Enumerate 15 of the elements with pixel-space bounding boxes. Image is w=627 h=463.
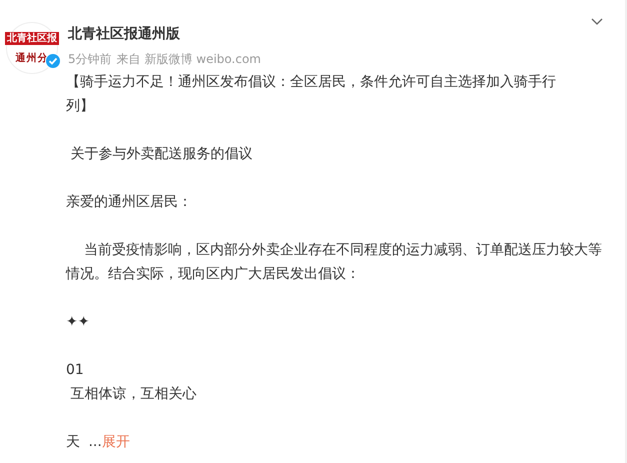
post-paragraph: 当前受疫情影响，区内部分外卖企业存在不同程度的运力减弱、订单配送压力较大等情况。结合实际，现向区内广大居民发出倡议： xyxy=(66,241,603,284)
post-text: 天 xyxy=(66,433,81,452)
post-paragraph: 【骑手运力不足！通州区发布倡议：全区居民，条件允许可自主选择加入骑手行列】 xyxy=(66,73,557,116)
logo-text: 北青社区报 xyxy=(5,32,59,44)
chevron-down-icon[interactable] xyxy=(591,18,603,26)
logo-text: 通州分 xyxy=(16,52,48,64)
ellipsis: ... xyxy=(88,433,102,452)
post-paragraph: ✦✦ xyxy=(66,313,90,332)
avatar-logo[interactable]: 北青社区报 通州分 xyxy=(6,22,58,74)
post-source: 来自 新版微博 weibo.com xyxy=(116,51,261,68)
post-time: 5分钟前 xyxy=(68,51,112,68)
post-paragraph: 亲爱的通州区居民： xyxy=(66,193,193,212)
post-paragraph: 01 互相体谅，互相关心 xyxy=(66,361,198,404)
author-name[interactable]: 北青社区报通州版 xyxy=(68,22,261,46)
post-paragraph: 关于参与外卖配送服务的倡议 xyxy=(69,145,254,164)
